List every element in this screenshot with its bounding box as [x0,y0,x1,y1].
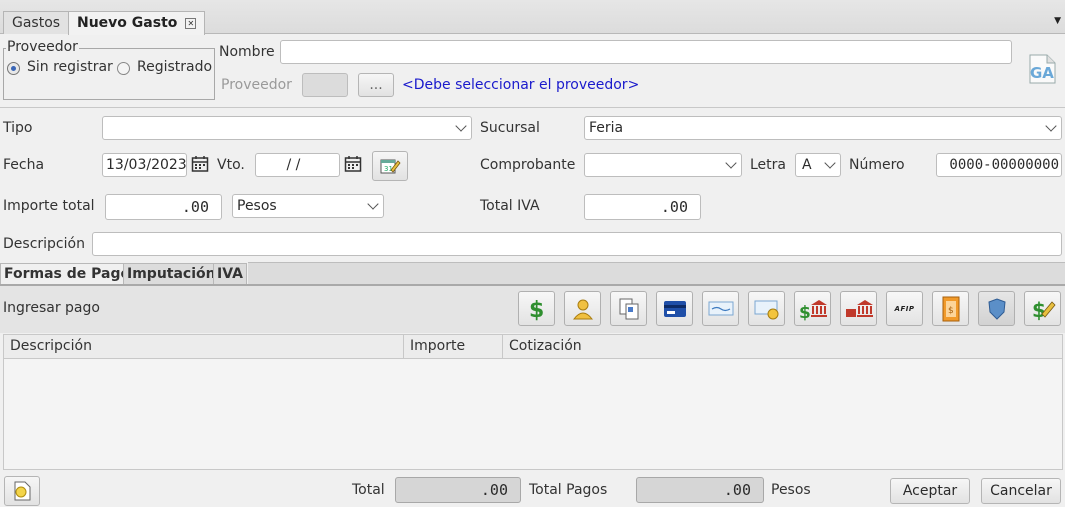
svg-text:$: $ [1032,298,1046,322]
person-icon [572,299,593,319]
svg-text:$: $ [948,306,954,316]
tab-nuevo-gasto[interactable]: Nuevo Gasto ✕ [68,11,206,35]
tab-nuevo-gasto-label: Nuevo Gasto [77,15,178,31]
tipo-label: Tipo [3,120,33,136]
proveedor-legend: Proveedor [6,39,79,55]
numero-input[interactable]: 0000-00000000 [936,153,1062,177]
chevron-down-icon [824,157,836,169]
cheque-icon [754,300,778,319]
proveedor-hint: <Debe seleccionar el proveedor> [402,77,640,93]
total-pagos-value: .00 [636,477,764,503]
tab-gastos[interactable]: Gastos [3,11,70,34]
inner-tab-bar [248,262,1065,285]
chevron-down-icon [367,198,379,210]
importe-total-input[interactable]: .00 [105,194,222,220]
moneda-select[interactable]: Pesos [232,194,384,218]
radio-registrado-label[interactable]: Registrado [137,59,212,75]
descripcion-input[interactable] [92,232,1062,256]
tab-iva[interactable]: IVA [213,263,247,285]
chevron-down-icon [1045,120,1057,132]
logo-text: GA [1030,64,1054,82]
letra-value: A [802,157,812,173]
edit-dollar-icon: $ [1032,298,1056,322]
chevron-down-icon [725,157,737,169]
tab-imputacion[interactable]: Imputación [123,263,220,285]
proveedor-browse-button[interactable]: ... [358,73,394,97]
total-label: Total [352,482,385,498]
ingresar-pago-label: Ingresar pago [3,300,100,316]
moneda-label: Pesos [771,482,811,498]
cancelar-button[interactable]: Cancelar [981,478,1061,504]
column-descripcion[interactable]: Descripción [4,335,404,359]
aceptar-button[interactable]: Aceptar [890,478,970,504]
tipo-select[interactable] [102,116,472,140]
sucursal-select[interactable]: Feria [584,116,1062,140]
shield-icon [987,297,1006,320]
pay-account-button[interactable] [564,291,601,326]
sucursal-value: Feria [589,120,624,136]
moneda-value: Pesos [237,198,277,214]
column-importe[interactable]: Importe [404,335,503,359]
pay-cash-button[interactable]: $ [518,291,555,326]
total-value: .00 [395,477,521,503]
chevron-down-icon [455,120,467,132]
check-icon [708,301,733,315]
pay-cheque-button[interactable] [748,291,785,326]
tab-menu-arrow-icon[interactable]: ▼ [1054,16,1061,26]
bank-dollar-icon: $ [799,299,827,321]
calendar-edit-button[interactable]: 31 [372,151,408,181]
letra-label: Letra [750,157,786,173]
radio-registrado[interactable] [117,62,130,75]
pay-card-button[interactable] [656,291,693,326]
pay-documents-button[interactable] [610,291,647,326]
radio-sin-registrar[interactable] [7,62,20,75]
total-pagos-label: Total Pagos [529,482,608,498]
calendar-icon[interactable] [191,155,209,177]
proveedor-label: Proveedor [221,77,292,93]
close-icon[interactable]: ✕ [185,18,197,29]
proveedor-code-input [302,73,348,97]
total-iva-input[interactable]: .00 [584,194,701,220]
vto-label: Vto. [217,157,245,173]
letra-select[interactable]: A [795,153,841,177]
svg-text:$: $ [799,303,811,321]
svg-text:$: $ [529,298,544,321]
radio-sin-registrar-label[interactable]: Sin registrar [27,59,113,75]
document-logo-icon: GA [1026,53,1058,85]
pay-shield-button[interactable] [978,291,1015,326]
fecha-input[interactable]: 13/03/2023 [102,153,187,177]
note-icon [14,481,31,501]
comprobante-label: Comprobante [480,157,576,173]
pay-bank-dollar-button[interactable]: $ [794,291,831,326]
card-icon [663,300,686,317]
pay-bank-transfer-button[interactable] [840,291,877,326]
dollar-icon: $ [529,298,544,321]
vto-input[interactable]: / / [255,153,340,177]
descripcion-label: Descripción [3,236,85,252]
total-iva-label: Total IVA [480,198,540,214]
afip-icon: AFIP [894,304,915,313]
pay-voucher-button[interactable]: $ [932,291,969,326]
separator [0,107,1065,108]
pay-check-button[interactable] [702,291,739,326]
calendar-edit-icon: 31 [380,159,401,174]
new-note-button[interactable] [4,476,40,506]
column-cotizacion[interactable]: Cotización [503,335,1061,359]
nombre-input[interactable] [280,40,1012,64]
tab-formas-de-pago[interactable]: Formas de Pago [0,263,135,285]
documents-icon [619,298,638,319]
comprobante-select[interactable] [584,153,742,177]
pay-edit-dollar-button[interactable]: $ [1024,291,1061,326]
numero-label: Número [849,157,905,173]
nombre-label: Nombre [219,44,275,60]
calendar-icon[interactable] [344,155,362,177]
sucursal-label: Sucursal [480,120,540,136]
pay-afip-button[interactable]: AFIP [886,291,923,326]
fecha-label: Fecha [3,157,45,173]
voucher-icon: $ [942,296,959,321]
bank-transfer-icon [845,299,873,317]
importe-total-label: Importe total [3,198,95,214]
